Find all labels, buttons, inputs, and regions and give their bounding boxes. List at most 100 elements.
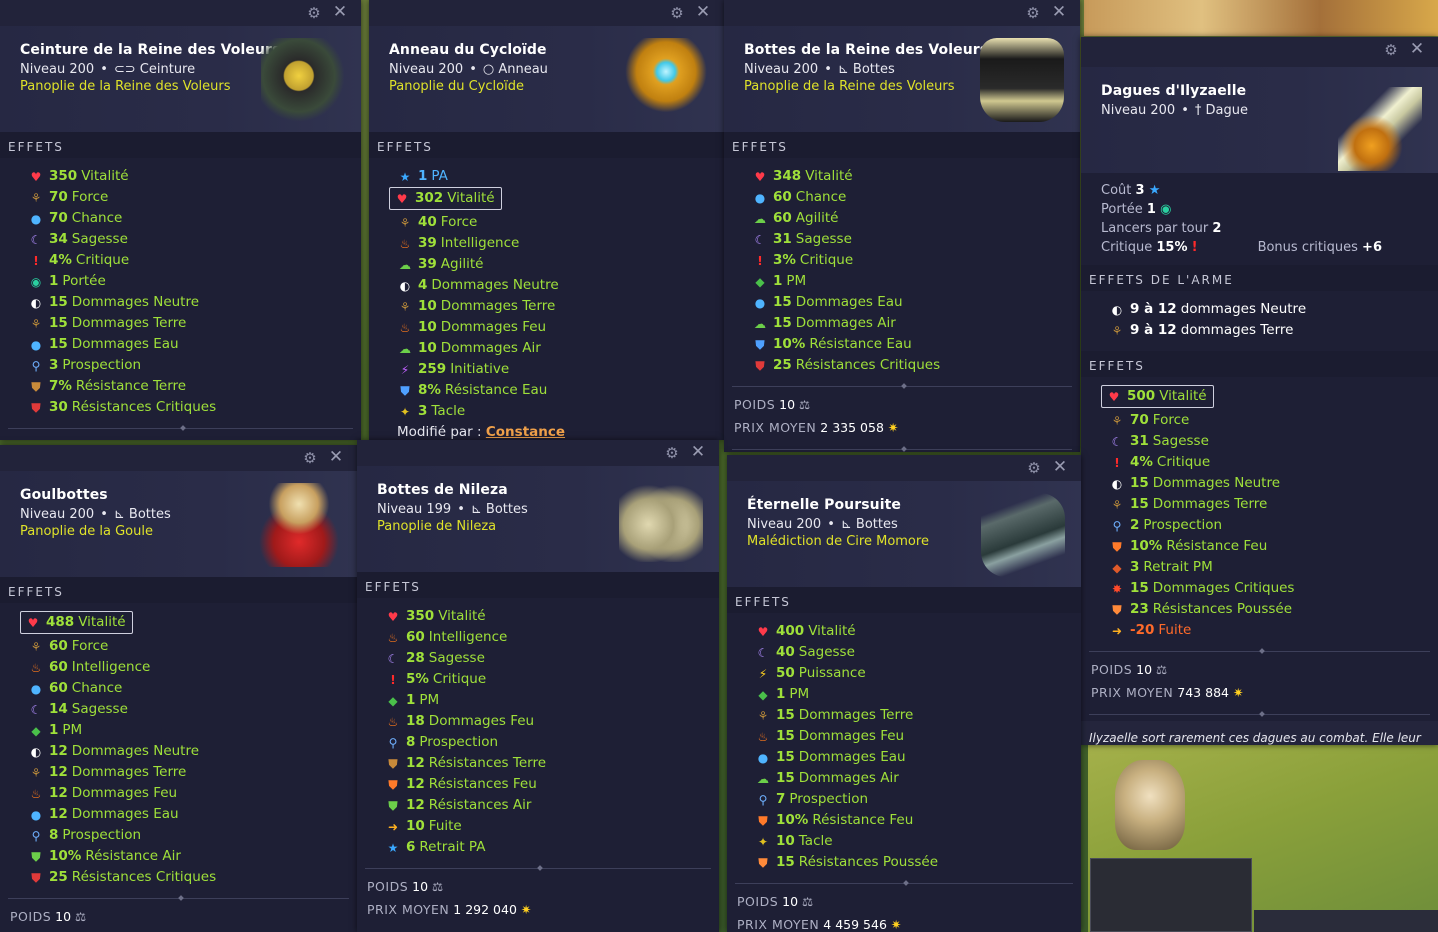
air-resist-shield-icon: ⛊ (388, 798, 398, 813)
weapon-stats: Coût 3 ★ Portée 1 ◉ Lancers par tour 2 C… (1101, 183, 1382, 255)
critical-icon: ! (1114, 455, 1120, 470)
effect-label: Force (440, 214, 478, 230)
effects-section-title: EFFETS (0, 132, 361, 158)
effect-row: ♨ 15 Dommages Feu (755, 726, 1081, 747)
close-icon[interactable]: ✕ (1051, 458, 1069, 476)
close-icon[interactable]: ✕ (327, 448, 345, 466)
effect-row: ⚘ 12 Dommages Terre (28, 762, 357, 783)
critical-icon: ! (757, 253, 763, 268)
water-drop-icon: ● (757, 750, 769, 765)
effect-row: ⚘ 70 Force (28, 187, 361, 208)
range-eye-icon: ◉ (30, 274, 42, 289)
effect-value: 1 (406, 692, 416, 708)
effect-value: 9 à 12 (1130, 301, 1177, 317)
effect-label: Dommages Neutre (431, 277, 559, 293)
effect-row: ➜ 10 Fuite (385, 816, 719, 837)
effect-value: 302 (415, 190, 444, 206)
tooltip-controls: ⚙ ✕ (0, 0, 361, 26)
effect-label: Vitalité (438, 608, 486, 624)
effect-row: ☾ 40 Sagesse (755, 642, 1081, 663)
boot-icon: ⊾ (837, 62, 849, 77)
effect-row: ⚲ 7 Prospection (755, 789, 1081, 810)
effect-row: ☾ 28 Sagesse (385, 648, 719, 669)
gear-icon[interactable]: ⚙ (305, 4, 323, 22)
effect-value: 4% (1130, 454, 1153, 470)
modifier-link[interactable]: Constance (486, 424, 565, 440)
close-icon[interactable]: ✕ (1050, 3, 1068, 21)
gear-icon[interactable]: ⚙ (301, 449, 319, 467)
water-resist-shield-icon: ⛊ (400, 383, 410, 398)
effect-row: ◆ 1 PM (385, 690, 719, 711)
effect-row: ☾ 31 Sagesse (752, 229, 1080, 250)
divider (1089, 714, 1430, 715)
effect-value: 488 (46, 614, 75, 630)
gear-icon[interactable]: ⚙ (1025, 459, 1043, 477)
effect-row: ✦ 3 Tacle (397, 401, 724, 422)
character-sprite[interactable] (1115, 760, 1185, 850)
gear-icon[interactable]: ⚙ (663, 444, 681, 462)
tooltip-controls: ⚙ ✕ (1081, 37, 1438, 67)
effect-row: ◆ 3 Retrait PM (1109, 557, 1438, 578)
effect-label: Dommages Neutre (1152, 475, 1281, 491)
boots-item-image (980, 38, 1064, 122)
effect-value: 70 (1130, 412, 1149, 428)
effect-row: ⛊ 12 Résistances Terre (385, 753, 719, 774)
item-header: Anneau du Cycloïde Niveau 200 • ○ Anneau P… (369, 26, 724, 132)
divider (8, 898, 349, 899)
effect-label: Dommages Terre (798, 707, 914, 723)
effect-row: ! 5% Critique (385, 669, 719, 690)
prospecting-icon: ⚲ (1112, 518, 1122, 533)
air-resist-shield-icon: ⛊ (31, 849, 41, 864)
close-icon[interactable]: ✕ (331, 3, 349, 21)
vitality-heart-icon: ♥ (396, 191, 408, 206)
gear-icon[interactable]: ⚙ (668, 4, 686, 22)
effect-value: 70 (49, 189, 68, 205)
effect-label: Dommages Critiques (1152, 580, 1295, 596)
effect-row: ⚘ 15 Dommages Terre (28, 313, 361, 334)
effect-label: dommages Neutre (1180, 301, 1307, 317)
effect-label: Résistance Eau (444, 382, 548, 398)
effect-label: Vitalité (805, 168, 853, 184)
close-icon[interactable]: ✕ (689, 443, 707, 461)
effect-value: 1 (773, 273, 783, 289)
effect-row: ♨ 39 Intelligence (397, 233, 724, 254)
effects-section-title: EFFETS (0, 577, 357, 603)
effect-value: 7 (776, 791, 786, 807)
item-header: Bottes de la Reine des Voleurs Niveau 20… (724, 26, 1080, 132)
effect-value: 14 (49, 701, 68, 717)
weight-row: POIDS 10 ⚖ (367, 879, 444, 894)
vitality-heart-icon: ♥ (757, 624, 769, 639)
gear-icon[interactable]: ⚙ (1024, 4, 1042, 22)
effect-label: Résistances Terre (428, 755, 546, 771)
ring-icon: ○ (482, 62, 495, 77)
effect-label: Agilité (795, 210, 839, 226)
effect-label: Dommages Air (440, 340, 541, 356)
price-row: PRIX MOYEN 743 884 ✷ (1091, 685, 1244, 700)
tooltip-controls: ⚙ ✕ (357, 440, 719, 466)
prospecting-icon: ⚲ (388, 735, 398, 750)
effect-value: 3 (1130, 559, 1140, 575)
weight-row: POIDS 10 ⚖ (1091, 662, 1168, 677)
effect-value: 15 (49, 294, 68, 310)
wisdom-moon-icon: ☾ (30, 232, 42, 247)
effect-label: Résistances Poussée (798, 854, 939, 870)
effect-value: 15 (1130, 475, 1149, 491)
divider (735, 883, 1073, 884)
effect-row: ⚘ 15 Dommages Terre (1109, 494, 1438, 515)
gear-icon[interactable]: ⚙ (1382, 41, 1400, 59)
effect-row: ⚲ 3 Prospection (28, 355, 361, 376)
close-icon[interactable]: ✕ (1408, 40, 1426, 58)
close-icon[interactable]: ✕ (694, 3, 712, 21)
fire-resist-shield-icon: ⛊ (1112, 539, 1122, 554)
weight-row: POIDS 10 ⚖ (737, 894, 814, 909)
effect-value: 1 (49, 273, 59, 289)
shortcut-bar (1254, 910, 1438, 932)
effect-row: ! 3% Critique (752, 250, 1080, 271)
effect-row: ◐ 12 Dommages Neutre (28, 741, 357, 762)
effect-row: ♨ 18 Dommages Feu (385, 711, 719, 732)
effect-value: 12 (49, 806, 68, 822)
effect-label: Agilité (440, 256, 484, 272)
effect-label: Dommages Feu (440, 319, 547, 335)
crit-icon: ! (1191, 240, 1198, 255)
weight-row: POIDS 10 ⚖ (10, 909, 87, 924)
